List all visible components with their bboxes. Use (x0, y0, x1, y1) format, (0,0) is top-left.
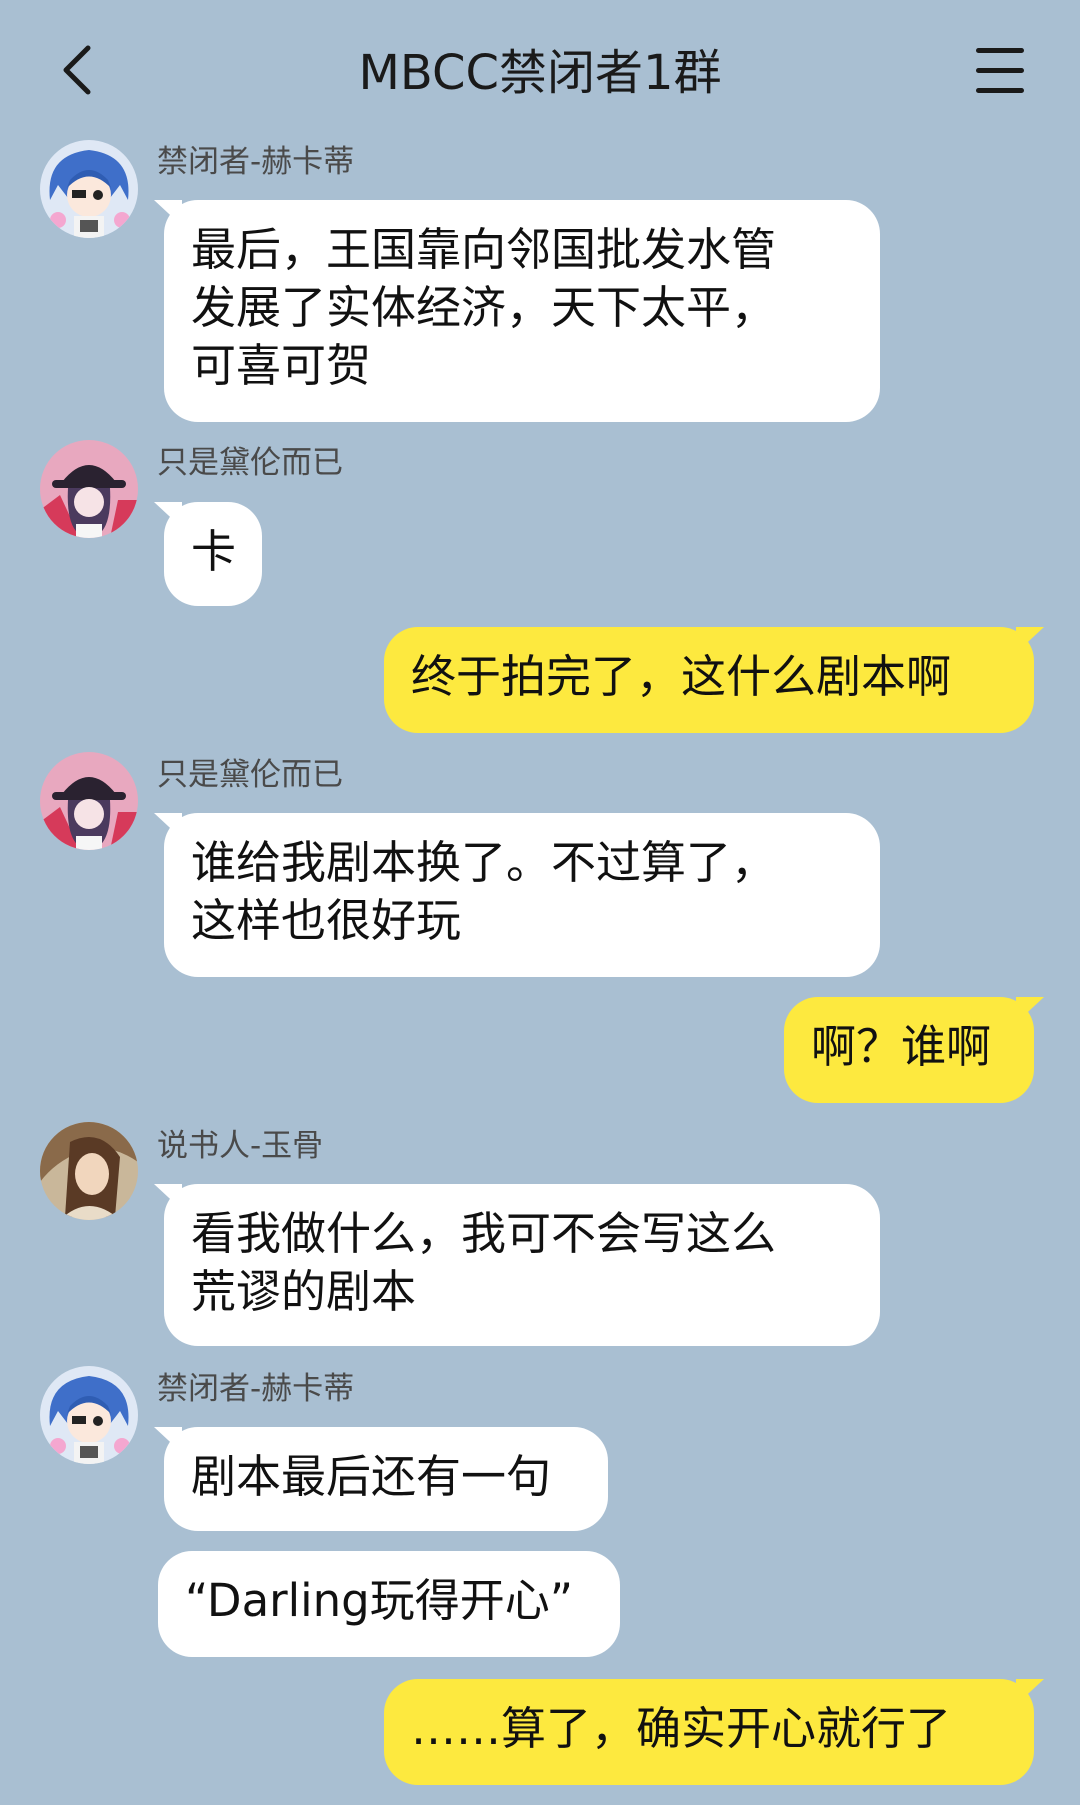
chat-header: MBCC禁闭者1群 (0, 0, 1080, 130)
message-bubble-outgoing[interactable]: 啊？谁啊 (784, 997, 1034, 1103)
message-bubble[interactable]: 谁给我剧本换了。不过算了， 这样也很好玩 (164, 813, 880, 977)
avatar-dylan[interactable] (40, 752, 138, 850)
message-bubble[interactable]: 剧本最后还有一句 (164, 1427, 608, 1531)
message-bubble[interactable]: “Darling玩得开心” (158, 1551, 620, 1657)
message-bubble-outgoing[interactable]: 终于拍完了，这什么剧本啊 (384, 627, 1034, 733)
back-button[interactable] (50, 40, 110, 100)
chevron-left-icon (63, 45, 91, 95)
sender-name: 禁闭者-赫卡蒂 (157, 1371, 355, 1407)
avatar-hecate[interactable] (40, 1366, 138, 1464)
menu-button[interactable] (972, 44, 1028, 96)
message-bubble-outgoing[interactable]: ……算了，确实开心就行了 (384, 1679, 1034, 1785)
sender-name: 禁闭者-赫卡蒂 (157, 144, 355, 180)
avatar-hecate[interactable] (40, 140, 138, 238)
message-bubble[interactable]: 卡 (164, 502, 262, 606)
sender-name: 只是黛伦而已 (157, 757, 343, 793)
sender-name: 说书人-玉骨 (157, 1128, 324, 1164)
message-bubble[interactable]: 看我做什么，我可不会写这么 荒谬的剧本 (164, 1184, 880, 1346)
avatar-dylan[interactable] (40, 440, 138, 538)
avatar-yugu[interactable] (40, 1122, 138, 1220)
sender-name: 只是黛伦而已 (157, 445, 343, 481)
message-bubble[interactable]: 最后，王国靠向邻国批发水管 发展了实体经济，天下太平， 可喜可贺 (164, 200, 880, 422)
chat-title: MBCC禁闭者1群 (358, 45, 722, 101)
